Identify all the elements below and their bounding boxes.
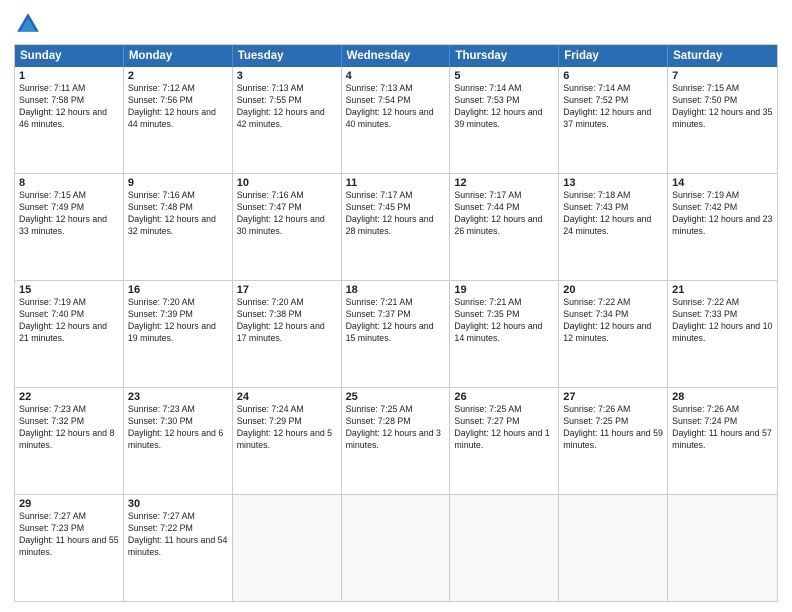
header: [14, 10, 778, 38]
cal-cell-21: 21Sunrise: 7:22 AMSunset: 7:33 PMDayligh…: [668, 281, 777, 387]
cal-cell-empty: [559, 495, 668, 601]
cal-header-sunday: Sunday: [15, 45, 124, 67]
cal-header-monday: Monday: [124, 45, 233, 67]
cal-cell-24: 24Sunrise: 7:24 AMSunset: 7:29 PMDayligh…: [233, 388, 342, 494]
cal-cell-27: 27Sunrise: 7:26 AMSunset: 7:25 PMDayligh…: [559, 388, 668, 494]
cal-cell-15: 15Sunrise: 7:19 AMSunset: 7:40 PMDayligh…: [15, 281, 124, 387]
cal-cell-19: 19Sunrise: 7:21 AMSunset: 7:35 PMDayligh…: [450, 281, 559, 387]
cal-cell-8: 8Sunrise: 7:15 AMSunset: 7:49 PMDaylight…: [15, 174, 124, 280]
calendar-body: 1Sunrise: 7:11 AMSunset: 7:58 PMDaylight…: [15, 67, 777, 601]
cal-cell-9: 9Sunrise: 7:16 AMSunset: 7:48 PMDaylight…: [124, 174, 233, 280]
cal-header-saturday: Saturday: [668, 45, 777, 67]
cal-cell-5: 5Sunrise: 7:14 AMSunset: 7:53 PMDaylight…: [450, 67, 559, 173]
cal-cell-23: 23Sunrise: 7:23 AMSunset: 7:30 PMDayligh…: [124, 388, 233, 494]
cal-cell-25: 25Sunrise: 7:25 AMSunset: 7:28 PMDayligh…: [342, 388, 451, 494]
cal-cell-18: 18Sunrise: 7:21 AMSunset: 7:37 PMDayligh…: [342, 281, 451, 387]
cal-cell-14: 14Sunrise: 7:19 AMSunset: 7:42 PMDayligh…: [668, 174, 777, 280]
cal-cell-empty: [450, 495, 559, 601]
cal-row-0: 1Sunrise: 7:11 AMSunset: 7:58 PMDaylight…: [15, 67, 777, 173]
cal-cell-17: 17Sunrise: 7:20 AMSunset: 7:38 PMDayligh…: [233, 281, 342, 387]
cal-cell-16: 16Sunrise: 7:20 AMSunset: 7:39 PMDayligh…: [124, 281, 233, 387]
cal-cell-4: 4Sunrise: 7:13 AMSunset: 7:54 PMDaylight…: [342, 67, 451, 173]
calendar-header: SundayMondayTuesdayWednesdayThursdayFrid…: [15, 45, 777, 67]
cal-cell-6: 6Sunrise: 7:14 AMSunset: 7:52 PMDaylight…: [559, 67, 668, 173]
cal-header-friday: Friday: [559, 45, 668, 67]
cal-cell-28: 28Sunrise: 7:26 AMSunset: 7:24 PMDayligh…: [668, 388, 777, 494]
logo-icon: [14, 10, 42, 38]
cal-cell-10: 10Sunrise: 7:16 AMSunset: 7:47 PMDayligh…: [233, 174, 342, 280]
cal-cell-2: 2Sunrise: 7:12 AMSunset: 7:56 PMDaylight…: [124, 67, 233, 173]
cal-cell-11: 11Sunrise: 7:17 AMSunset: 7:45 PMDayligh…: [342, 174, 451, 280]
cal-header-wednesday: Wednesday: [342, 45, 451, 67]
cal-cell-empty: [668, 495, 777, 601]
cal-row-3: 22Sunrise: 7:23 AMSunset: 7:32 PMDayligh…: [15, 387, 777, 494]
cal-row-4: 29Sunrise: 7:27 AMSunset: 7:23 PMDayligh…: [15, 494, 777, 601]
cal-cell-30: 30Sunrise: 7:27 AMSunset: 7:22 PMDayligh…: [124, 495, 233, 601]
cal-cell-empty: [342, 495, 451, 601]
cal-row-2: 15Sunrise: 7:19 AMSunset: 7:40 PMDayligh…: [15, 280, 777, 387]
cal-header-tuesday: Tuesday: [233, 45, 342, 67]
logo: [14, 10, 46, 38]
page: SundayMondayTuesdayWednesdayThursdayFrid…: [0, 0, 792, 612]
cal-header-thursday: Thursday: [450, 45, 559, 67]
cal-cell-1: 1Sunrise: 7:11 AMSunset: 7:58 PMDaylight…: [15, 67, 124, 173]
cal-cell-26: 26Sunrise: 7:25 AMSunset: 7:27 PMDayligh…: [450, 388, 559, 494]
cal-cell-12: 12Sunrise: 7:17 AMSunset: 7:44 PMDayligh…: [450, 174, 559, 280]
cal-cell-7: 7Sunrise: 7:15 AMSunset: 7:50 PMDaylight…: [668, 67, 777, 173]
cal-cell-3: 3Sunrise: 7:13 AMSunset: 7:55 PMDaylight…: [233, 67, 342, 173]
cal-cell-29: 29Sunrise: 7:27 AMSunset: 7:23 PMDayligh…: [15, 495, 124, 601]
cal-cell-empty: [233, 495, 342, 601]
calendar: SundayMondayTuesdayWednesdayThursdayFrid…: [14, 44, 778, 602]
cal-cell-13: 13Sunrise: 7:18 AMSunset: 7:43 PMDayligh…: [559, 174, 668, 280]
cal-cell-22: 22Sunrise: 7:23 AMSunset: 7:32 PMDayligh…: [15, 388, 124, 494]
cal-row-1: 8Sunrise: 7:15 AMSunset: 7:49 PMDaylight…: [15, 173, 777, 280]
cal-cell-20: 20Sunrise: 7:22 AMSunset: 7:34 PMDayligh…: [559, 281, 668, 387]
